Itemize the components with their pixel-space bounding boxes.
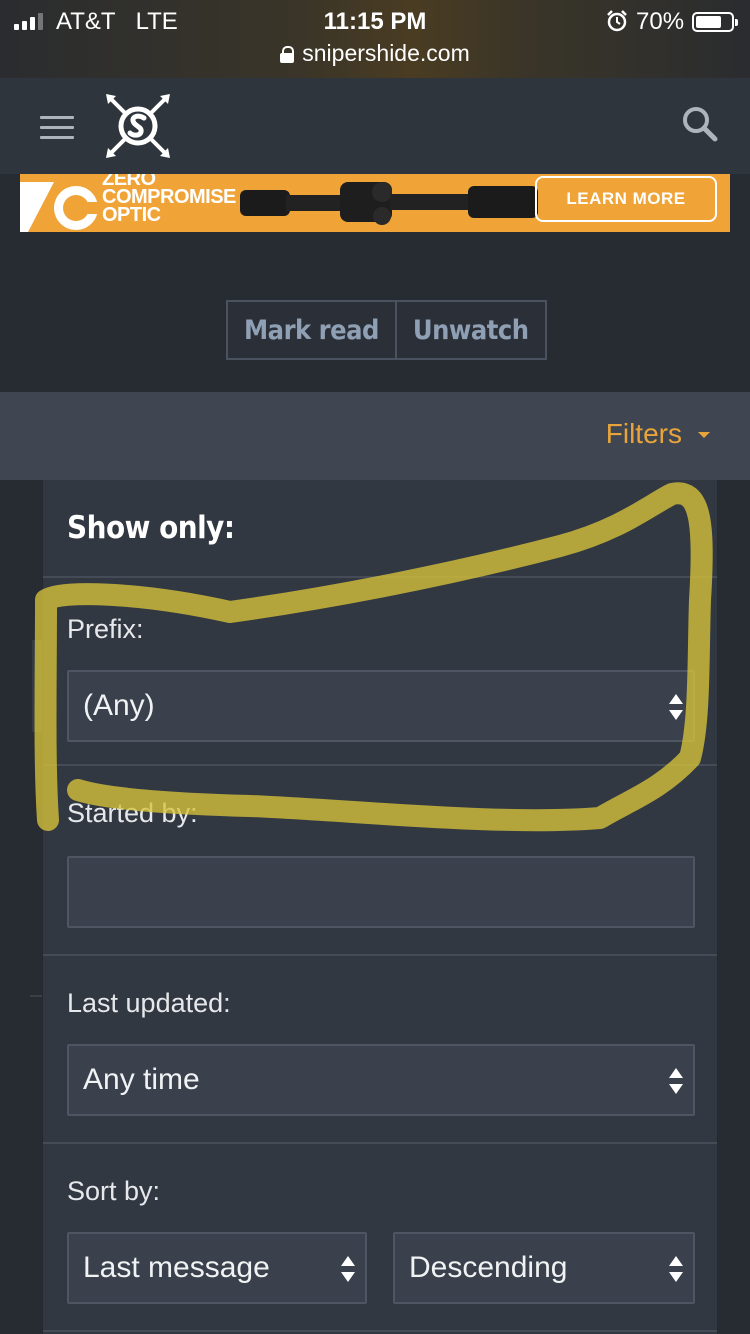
select-arrows-icon — [669, 1256, 683, 1282]
prefix-label: Prefix: — [67, 614, 144, 644]
select-arrows-icon — [669, 1068, 683, 1094]
select-arrows-icon — [669, 694, 683, 720]
battery-percent: 70% — [636, 8, 685, 35]
ad-brand: ZERO COMPROMISE OPTIC — [102, 174, 236, 226]
last-updated-label: Last updated: — [67, 988, 231, 1018]
sort-field-value: Last message — [83, 1251, 270, 1284]
alarm-icon — [607, 10, 627, 32]
status-bar: AT&T LTE 11:15 PM 70% snipershide.com — [0, 0, 750, 78]
lock-icon — [280, 46, 295, 63]
mark-read-button[interactable]: Mark read — [228, 302, 395, 358]
ad-banner[interactable]: ZERO COMPROMISE OPTIC LEARN MORE — [20, 174, 730, 232]
last-updated-value: Any time — [83, 1063, 200, 1096]
started-by-section: Started by: — [43, 766, 717, 956]
started-by-input[interactable] — [67, 856, 695, 928]
show-only-title: Show only: — [67, 510, 235, 546]
prefix-value: (Any) — [83, 689, 155, 722]
sort-by-label: Sort by: — [67, 1176, 161, 1206]
sort-by-section: Sort by: Last message Descending — [43, 1144, 717, 1332]
caret-down-icon — [698, 432, 710, 438]
last-updated-section: Last updated: Any time — [43, 956, 717, 1144]
unwatch-button[interactable]: Unwatch — [394, 302, 545, 358]
url-bar[interactable]: snipershide.com — [0, 40, 750, 67]
sort-direction-select[interactable]: Descending — [393, 1232, 695, 1304]
filter-bar: Filters — [0, 392, 750, 480]
url-text: snipershide.com — [302, 40, 470, 66]
riflescope-image — [240, 182, 538, 225]
started-by-label: Started by: — [67, 798, 198, 828]
filters-dropdown-toggle[interactable]: Filters — [606, 418, 710, 450]
hamburger-icon[interactable] — [40, 116, 74, 140]
sort-field-select[interactable]: Last message — [67, 1232, 367, 1304]
thread-actions: Mark read Unwatch — [226, 300, 547, 360]
sort-direction-value: Descending — [409, 1251, 568, 1284]
filters-label: Filters — [605, 418, 682, 449]
learn-more-button[interactable]: LEARN MORE — [535, 176, 717, 222]
prefix-section: Prefix: (Any) — [43, 578, 717, 766]
prefix-select[interactable]: (Any) — [67, 670, 695, 742]
filters-menu: Show only: Prefix: (Any) Started by: Las… — [42, 480, 718, 1334]
snipershide-logo[interactable] — [104, 92, 172, 160]
battery-icon — [692, 12, 738, 32]
menu-header: Show only: — [43, 480, 717, 578]
last-updated-select[interactable]: Any time — [67, 1044, 695, 1116]
site-header — [0, 78, 750, 174]
search-icon[interactable] — [680, 104, 720, 144]
select-arrows-icon — [341, 1256, 355, 1282]
